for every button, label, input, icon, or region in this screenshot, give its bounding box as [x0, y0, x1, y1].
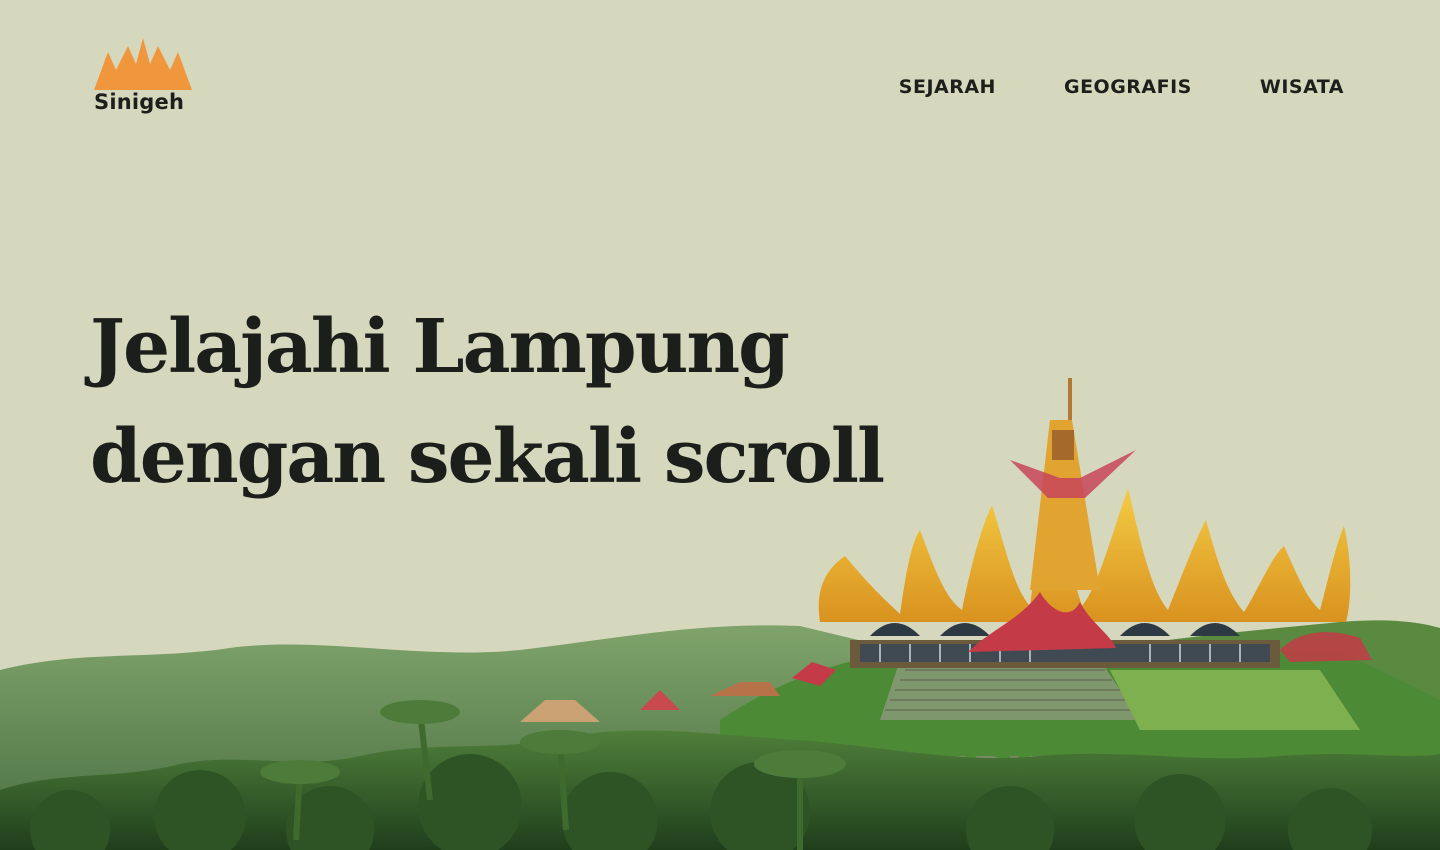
nav-link-geografis[interactable]: GEOGRAFIS [1064, 76, 1192, 98]
nav-link-sejarah[interactable]: SEJARAH [899, 76, 996, 98]
hero-illustration: LAMPUNG [0, 378, 1440, 850]
main-nav: SEJARAH GEOGRAFIS WISATA [899, 76, 1344, 98]
brand-logo[interactable]: Sinigeh [92, 38, 196, 122]
nav-link-wisata[interactable]: WISATA [1260, 76, 1344, 98]
grass-steps [1110, 670, 1360, 730]
site-header: Sinigeh SEJARAH GEOGRAFIS WISATA [0, 0, 1440, 140]
mountain-crown-icon [94, 38, 192, 90]
brand-name: Sinigeh [94, 90, 185, 114]
